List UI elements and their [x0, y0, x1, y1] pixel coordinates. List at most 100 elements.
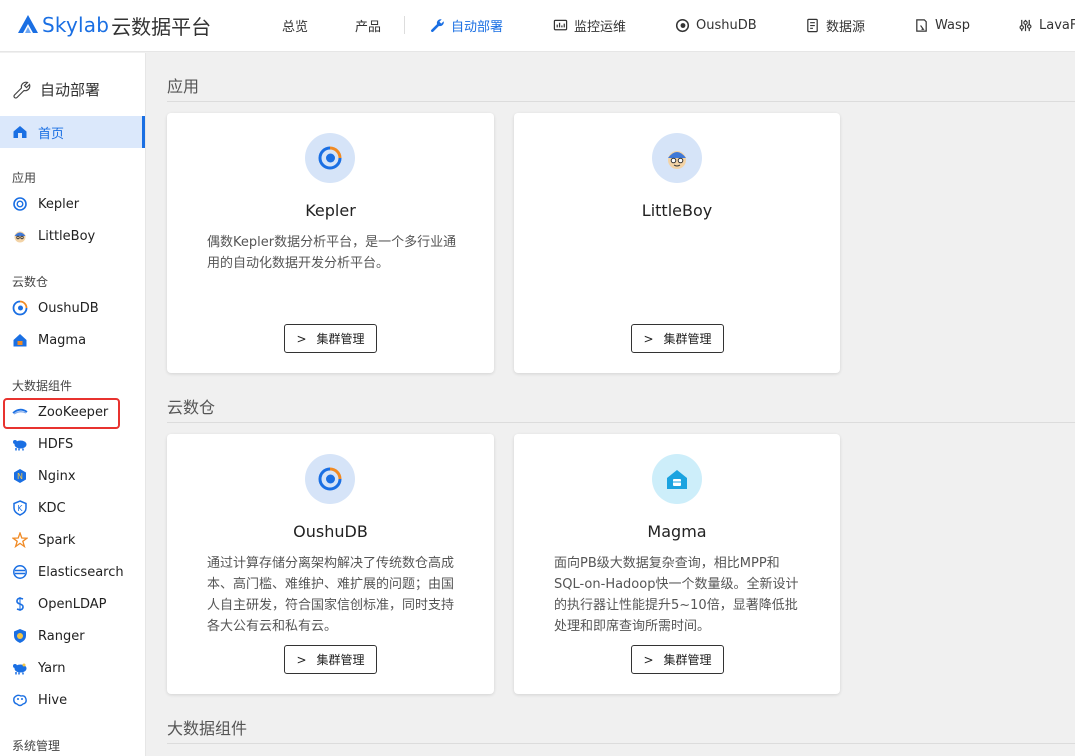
nav-auto-deploy-label: 自动部署	[451, 19, 504, 35]
card-magma-desc: 面向PB级大数据复杂查询，相比MPP和SQL-on-Hadoop快一个数量级。全…	[554, 556, 799, 634]
magma-logo-icon	[667, 470, 687, 489]
sidebar-item-home[interactable]: 首页	[0, 116, 145, 148]
oushudb-icon	[12, 300, 28, 316]
littleboy-logo-icon	[668, 151, 686, 169]
section-divider	[167, 422, 1075, 423]
sidebar-title-label: 自动部署	[40, 81, 101, 99]
nav-datasource-label: 数据源	[826, 19, 866, 35]
chevron-right-icon: >	[643, 331, 654, 346]
nav-oushudb-label: OushuDB	[696, 17, 757, 33]
sidebar-title: 自动部署	[12, 79, 100, 100]
sidebar-item-littleboy-label: LittleBoy	[38, 228, 96, 244]
wrench-icon	[431, 18, 444, 32]
kepler-icon	[13, 197, 27, 211]
nav-products[interactable]: 产品	[355, 15, 381, 35]
yarn-icon	[13, 663, 27, 675]
home-icon	[13, 126, 27, 138]
spark-star-icon	[12, 532, 28, 548]
sidebar-item-elasticsearch-label: Elasticsearch	[38, 564, 124, 580]
openldap-icon	[16, 597, 24, 611]
card-oushudb-desc: 通过计算存储分离架构解决了传统数仓高成本、高门槛、难维护、难扩展的问题；由国人自…	[207, 556, 455, 634]
sidebar-item-hdfs-label: HDFS	[38, 436, 74, 452]
card-kepler-icon-wrap	[305, 133, 355, 183]
document-icon	[807, 18, 818, 32]
kepler-cluster-manage-label: 集群管理	[316, 332, 365, 346]
section-title-apps: 应用	[167, 77, 200, 96]
chevron-right-icon: >	[296, 652, 307, 667]
sidebar-item-yarn[interactable]: Yarn	[12, 657, 65, 679]
sidebar: 自动部署 首页 应用 Kepler LittleBoy 云数仓 OushuDB …	[0, 53, 146, 756]
card-oushudb-name: OushuDB	[293, 522, 368, 541]
zookeeper-icon	[12, 408, 28, 415]
card-kepler-desc: 偶数Kepler数据分析平台，是一个多行业通用的自动化数据开发分析平台。	[207, 235, 457, 271]
svg-text:N: N	[17, 472, 23, 481]
skylab-logo-icon	[18, 15, 38, 33]
sidebar-item-littleboy[interactable]: LittleBoy	[12, 225, 95, 247]
section-title-warehouse: 云数仓	[167, 398, 216, 417]
wrench-icon	[13, 81, 31, 99]
sidebar-item-openldap[interactable]: OpenLDAP	[12, 593, 106, 615]
card-oushudb: OushuDB 通过计算存储分离架构解决了传统数仓高成本、高门槛、难维护、难扩展…	[167, 434, 494, 694]
elasticsearch-icon	[13, 565, 27, 579]
sidebar-item-spark[interactable]: Spark	[12, 529, 75, 551]
littleboy-cluster-manage-button[interactable]: > 集群管理	[631, 324, 724, 353]
chevron-right-icon: >	[296, 331, 307, 346]
nav-wasp[interactable]: Wasp	[914, 15, 970, 35]
logo[interactable]: Skylab 云数据平台	[16, 10, 211, 40]
magma-cluster-manage-label: 集群管理	[663, 653, 712, 667]
logo-text: Skylab	[42, 13, 110, 37]
sidebar-item-nginx-label: Nginx	[38, 468, 76, 484]
nav-lavaf[interactable]: LavaF	[1018, 15, 1075, 35]
card-kepler-name: Kepler	[305, 201, 356, 220]
nav-monitor-label: 监控运维	[574, 19, 627, 35]
wasp-icon	[916, 18, 927, 32]
kdc-shield-icon: K	[13, 500, 27, 516]
sidebar-item-nginx[interactable]: N Nginx	[12, 465, 76, 487]
ranger-shield-icon	[14, 629, 26, 643]
chevron-right-icon: >	[643, 652, 654, 667]
sidebar-item-elasticsearch[interactable]: Elasticsearch	[12, 561, 124, 583]
nav-divider	[404, 16, 405, 34]
sidebar-group-bigdata: 大数据组件	[12, 379, 73, 393]
oushudb-logo-icon	[318, 467, 342, 491]
nav-oushudb[interactable]: OushuDB	[675, 15, 757, 35]
sidebar-item-kdc[interactable]: K KDC	[12, 497, 66, 519]
oushudb-cluster-manage-button[interactable]: > 集群管理	[284, 645, 377, 674]
sidebar-item-zookeeper[interactable]: ZooKeeper	[12, 401, 108, 423]
sidebar-item-ranger[interactable]: Ranger	[12, 625, 85, 647]
sidebar-item-home-label: 首页	[38, 126, 65, 142]
sidebar-item-hdfs[interactable]: HDFS	[12, 433, 73, 455]
card-kepler: Kepler 偶数Kepler数据分析平台，是一个多行业通用的自动化数据开发分析…	[167, 113, 494, 373]
sidebar-item-oushudb-label: OushuDB	[38, 300, 99, 316]
sidebar-item-kdc-label: KDC	[38, 500, 66, 516]
littleboy-cluster-manage-label: 集群管理	[663, 332, 712, 346]
oushudb-icon	[675, 18, 690, 32]
nav-overview-label: 总览	[282, 19, 309, 35]
card-magma: Magma 面向PB级大数据复杂查询，相比MPP和SQL-on-Hadoop快一…	[514, 434, 840, 694]
sidebar-item-magma-label: Magma	[38, 332, 87, 348]
card-magma-icon-wrap	[652, 454, 702, 504]
hive-icon	[13, 694, 27, 707]
section-title-bigdata: 大数据组件	[167, 719, 248, 738]
sidebar-item-magma[interactable]: Magma	[12, 329, 86, 351]
sidebar-group-system: 系统管理	[12, 739, 61, 753]
magma-cluster-manage-button[interactable]: > 集群管理	[631, 645, 724, 674]
nav-monitor[interactable]: 监控运维	[553, 15, 626, 35]
nav-wasp-label: Wasp	[935, 17, 971, 33]
sidebar-item-zookeeper-label: ZooKeeper	[38, 404, 109, 420]
nav-auto-deploy[interactable]: 自动部署	[430, 15, 503, 35]
sidebar-item-oushudb[interactable]: OushuDB	[12, 297, 99, 319]
card-littleboy-name: LittleBoy	[641, 201, 713, 220]
nav-overview[interactable]: 总览	[282, 15, 308, 35]
logo-suffix: 云数据平台	[111, 14, 212, 39]
littleboy-icon	[14, 231, 26, 243]
magma-icon	[13, 334, 27, 347]
kepler-cluster-manage-button[interactable]: > 集群管理	[284, 324, 377, 353]
sidebar-item-hive[interactable]: Hive	[12, 689, 67, 711]
nav-datasource[interactable]: 数据源	[805, 15, 865, 35]
kepler-logo-icon	[318, 146, 342, 170]
sidebar-item-kepler[interactable]: Kepler	[12, 193, 79, 215]
nav-products-label: 产品	[355, 19, 382, 35]
sidebar-item-ranger-label: Ranger	[38, 628, 85, 644]
sidebar-group-apps: 应用	[12, 171, 37, 185]
